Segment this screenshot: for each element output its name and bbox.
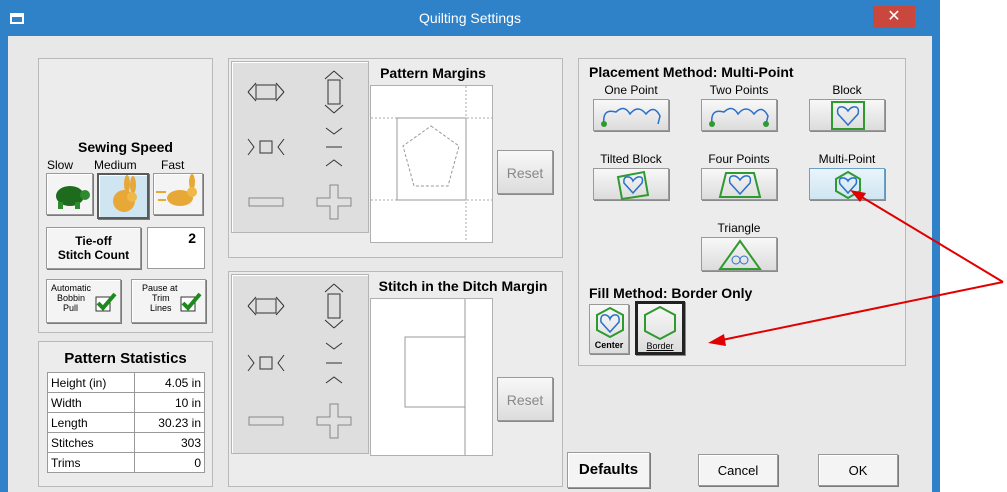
arrowhead-icon (850, 190, 866, 202)
arrowhead-icon (708, 334, 726, 346)
arrow-to-border-fill (721, 281, 1004, 341)
arrow-to-multi-point (859, 195, 1004, 283)
annotation-arrows (708, 190, 1004, 346)
